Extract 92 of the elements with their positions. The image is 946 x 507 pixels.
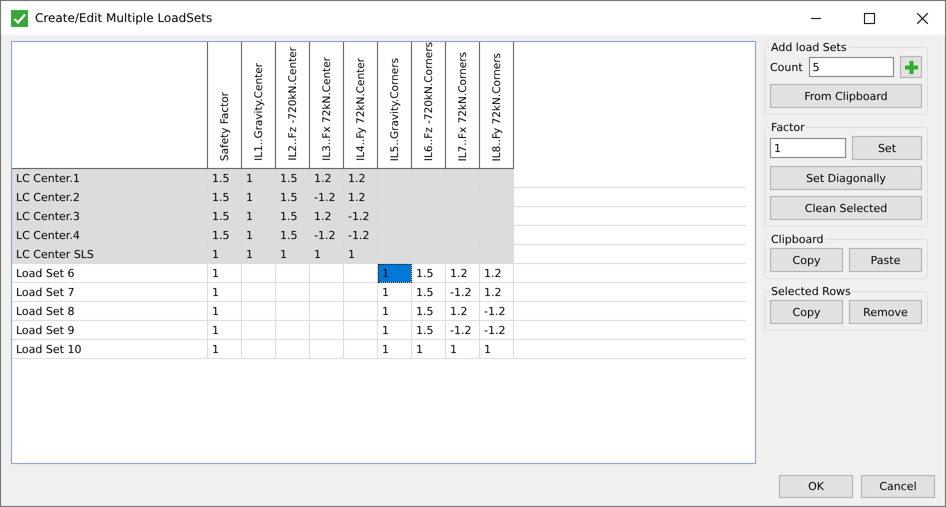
table-cell[interactable]: 1 <box>344 244 378 264</box>
close-icon <box>916 12 928 24</box>
table-cell[interactable]: 1 <box>208 282 242 302</box>
table-cell[interactable]: 1.2 <box>310 206 344 226</box>
ok-button[interactable]: OK <box>779 474 853 498</box>
table-cell[interactable]: 1 <box>242 226 276 245</box>
set-button[interactable]: Set <box>852 136 922 160</box>
column-header[interactable]: IL5..Gravity.Corners <box>378 42 412 169</box>
table-cell[interactable]: -1.2 <box>344 206 378 226</box>
count-field[interactable]: 5 <box>808 57 894 77</box>
table-cell[interactable]: -1.2 <box>310 188 344 207</box>
table-cell[interactable]: 1.5 <box>276 168 310 188</box>
row-name-cell[interactable]: Load Set 9 <box>12 320 208 340</box>
table-cell[interactable]: 1 <box>378 340 412 359</box>
table-cell[interactable]: -1.2 <box>480 320 514 340</box>
group-title: Selected Rows <box>770 285 852 298</box>
table-cell[interactable]: 1 <box>242 206 276 226</box>
check-icon <box>11 10 28 26</box>
table-cell[interactable]: 1 <box>412 340 446 359</box>
table-cell[interactable]: 1 <box>378 264 412 283</box>
paste-button[interactable]: Paste <box>849 248 922 272</box>
count-label: Count <box>770 60 803 74</box>
maximize-icon <box>864 12 874 24</box>
table-cell[interactable]: 1.5 <box>412 264 446 283</box>
table-cell[interactable]: -1.2 <box>344 226 378 245</box>
table-cell[interactable]: 1 <box>446 340 480 359</box>
column-header[interactable]: IL8..Fy 72kN.Corners <box>480 42 514 169</box>
table-cell[interactable]: 1 <box>242 244 276 264</box>
table-cell[interactable]: 1 <box>480 340 514 359</box>
window-title: Create/Edit Multiple LoadSets <box>35 11 214 25</box>
table-cell[interactable]: 1.5 <box>412 320 446 340</box>
table-cell[interactable]: -1.2 <box>446 320 480 340</box>
row-name-cell[interactable]: Load Set 6 <box>12 264 208 283</box>
group-title: Factor <box>770 121 806 134</box>
table-cell[interactable]: 1 <box>242 168 276 188</box>
table-cell[interactable]: 1.2 <box>344 188 378 207</box>
row-name-cell[interactable]: Load Set 10 <box>12 340 208 359</box>
copy-button[interactable]: Copy <box>770 300 843 324</box>
table-cell[interactable]: 1.5 <box>208 188 242 207</box>
table-cell[interactable]: 1.2 <box>480 264 514 283</box>
clean-selected-button[interactable]: Clean Selected <box>770 196 922 220</box>
table-cell[interactable]: 1 <box>242 188 276 207</box>
column-header[interactable]: IL1..Gravity.Center <box>242 42 276 169</box>
column-header[interactable]: IL7..Fx 72kN.Corners <box>446 42 480 169</box>
table-cell[interactable]: 1 <box>208 340 242 359</box>
row-name-cell[interactable]: Load Set 8 <box>12 302 208 321</box>
table-cell[interactable]: 1.5 <box>208 206 242 226</box>
table-cell[interactable]: 1.5 <box>276 226 310 245</box>
table-cell[interactable]: 1.2 <box>480 282 514 302</box>
table-cell[interactable]: 1 <box>208 320 242 340</box>
factor-field[interactable]: 1 <box>770 138 846 158</box>
row-name-cell[interactable]: Load Set 7 <box>12 282 208 302</box>
table-cell[interactable]: 1 <box>310 244 344 264</box>
table-cell[interactable]: -1.2 <box>480 302 514 321</box>
cancel-button[interactable]: Cancel <box>861 474 935 498</box>
copy-button[interactable]: Copy <box>770 248 843 272</box>
row-name-cell[interactable]: LC Center SLS <box>12 244 208 264</box>
table-cell[interactable]: 1 <box>378 320 412 340</box>
column-header[interactable]: IL3..Fx 72kN.Center <box>310 42 344 169</box>
row-name-cell[interactable]: LC Center.3 <box>12 206 208 226</box>
table-cell[interactable]: 1.5 <box>208 226 242 245</box>
table-cell[interactable]: 1 <box>208 264 242 283</box>
from-clipboard-button[interactable]: From Clipboard <box>770 84 922 108</box>
table-cell[interactable]: 1.2 <box>310 168 344 188</box>
table-cell[interactable]: 1.5 <box>276 206 310 226</box>
table-cell[interactable]: 1.2 <box>344 168 378 188</box>
table-cell[interactable]: 1 <box>378 302 412 321</box>
table-cell[interactable]: -1.2 <box>446 282 480 302</box>
column-header[interactable]: IL2..Fz -720kN.Center <box>276 42 310 169</box>
column-header[interactable]: IL6..Fz -720kN.Corners <box>412 42 446 169</box>
table-cell[interactable]: 1 <box>276 244 310 264</box>
row-name-cell[interactable]: LC Center.2 <box>12 188 208 207</box>
set-diagonally-button[interactable]: Set Diagonally <box>770 166 922 190</box>
table-cell[interactable]: 1.2 <box>446 264 480 283</box>
table-cell[interactable]: 1 <box>208 302 242 321</box>
table-cell[interactable]: 1 <box>208 244 242 264</box>
row-name-cell[interactable]: LC Center.1 <box>12 168 208 188</box>
add-button[interactable] <box>900 56 922 78</box>
remove-button[interactable]: Remove <box>849 300 922 324</box>
table-cell[interactable]: 1.2 <box>446 302 480 321</box>
table-cell[interactable]: 1.5 <box>208 168 242 188</box>
row-name-cell[interactable]: LC Center.4 <box>12 226 208 245</box>
table-cell[interactable]: 1.5 <box>412 302 446 321</box>
group-title: Add load Sets <box>770 41 848 54</box>
plus-icon <box>904 60 918 74</box>
group-title: Clipboard <box>770 233 825 246</box>
column-header[interactable]: Safety Factor <box>208 42 242 169</box>
table-cell[interactable]: 1.5 <box>412 282 446 302</box>
table-cell[interactable]: -1.2 <box>310 226 344 245</box>
table-cell[interactable]: 1.5 <box>276 188 310 207</box>
table-cell[interactable]: 1 <box>378 282 412 302</box>
column-header[interactable]: IL4..Fy 72kN.Center <box>344 42 378 169</box>
